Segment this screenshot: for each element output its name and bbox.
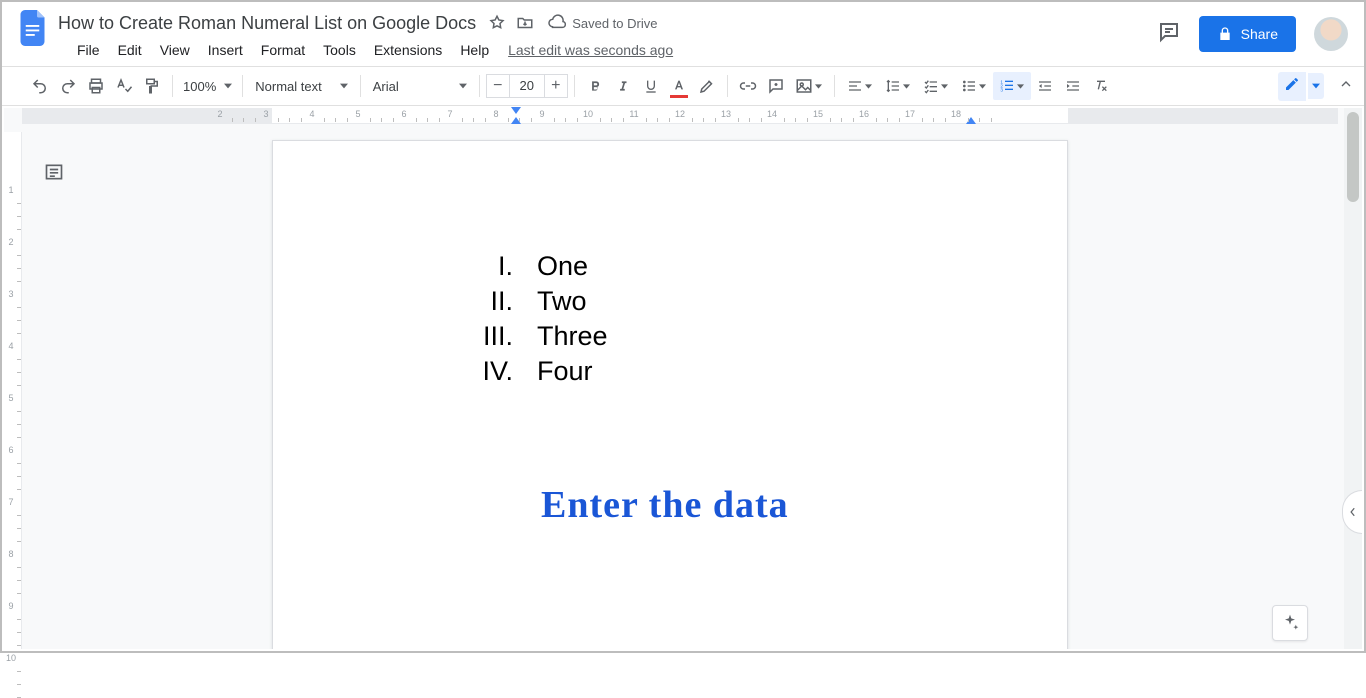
roman-numeral-list[interactable]: I.One II.Two III.Three IV.Four: [453, 251, 608, 391]
move-to-folder-icon[interactable]: [516, 14, 534, 32]
paragraph-style-value: Normal text: [255, 79, 321, 94]
account-avatar[interactable]: [1314, 17, 1348, 51]
font-family-value: Arial: [373, 79, 399, 94]
redo-icon[interactable]: [54, 72, 82, 100]
insert-image-icon[interactable]: [790, 72, 828, 100]
highlight-icon[interactable]: [693, 72, 721, 100]
scrollbar-thumb[interactable]: [1347, 112, 1359, 202]
list-item-text: Four: [537, 356, 593, 387]
explore-icon[interactable]: [1272, 605, 1308, 641]
bold-icon[interactable]: [581, 72, 609, 100]
last-edit-link[interactable]: Last edit was seconds ago: [508, 42, 673, 58]
horizontal-ruler[interactable]: 23456789101112131415161718: [22, 108, 1338, 124]
list-item: III.Three: [453, 321, 608, 356]
font-size-increase[interactable]: +: [544, 74, 568, 98]
font-size-input[interactable]: 20: [510, 74, 544, 98]
list-item: I.One: [453, 251, 608, 286]
share-button-label: Share: [1241, 26, 1278, 42]
menu-insert[interactable]: Insert: [199, 38, 252, 62]
editing-mode-dropdown-icon[interactable]: [1308, 73, 1324, 99]
list-item: II.Two: [453, 286, 608, 321]
toolbar: 100% Normal text Arial − 20 + 123: [2, 66, 1364, 106]
numbered-list-icon[interactable]: 123: [993, 72, 1031, 100]
star-icon[interactable]: [488, 14, 506, 32]
italic-icon[interactable]: [609, 72, 637, 100]
menu-edit[interactable]: Edit: [109, 38, 151, 62]
vertical-scrollbar[interactable]: [1344, 108, 1362, 649]
paint-format-icon[interactable]: [138, 72, 166, 100]
annotation-text: Enter the data: [541, 483, 789, 527]
list-item: IV.Four: [453, 356, 608, 391]
text-color-icon[interactable]: [665, 72, 693, 100]
document-title[interactable]: How to Create Roman Numeral List on Goog…: [58, 13, 476, 34]
spellcheck-icon[interactable]: [110, 72, 138, 100]
save-status-text: Saved to Drive: [572, 16, 657, 31]
insert-link-icon[interactable]: [734, 72, 762, 100]
bulleted-list-icon[interactable]: [955, 72, 993, 100]
save-status: Saved to Drive: [548, 14, 657, 32]
list-item-text: Two: [537, 286, 587, 317]
zoom-value: 100%: [183, 79, 216, 94]
menu-extensions[interactable]: Extensions: [365, 38, 451, 62]
menu-view[interactable]: View: [151, 38, 199, 62]
document-page[interactable]: I.One II.Two III.Three IV.Four Enter the…: [272, 140, 1068, 649]
paragraph-style-select[interactable]: Normal text: [249, 79, 353, 94]
menu-file[interactable]: File: [68, 38, 109, 62]
font-family-select[interactable]: Arial: [367, 79, 473, 94]
menu-tools[interactable]: Tools: [314, 38, 365, 62]
comment-history-icon[interactable]: [1157, 20, 1181, 49]
menu-help[interactable]: Help: [451, 38, 498, 62]
checklist-icon[interactable]: [917, 72, 955, 100]
editing-mode-icon[interactable]: [1278, 72, 1306, 101]
docs-logo-icon[interactable]: [14, 8, 54, 48]
print-icon[interactable]: [82, 72, 110, 100]
increase-indent-icon[interactable]: [1059, 72, 1087, 100]
clear-formatting-icon[interactable]: [1087, 72, 1115, 100]
align-icon[interactable]: [841, 72, 879, 100]
document-outline-icon[interactable]: [44, 162, 64, 187]
menu-format[interactable]: Format: [252, 38, 314, 62]
zoom-select[interactable]: 100%: [179, 79, 236, 94]
svg-text:3: 3: [1001, 87, 1004, 92]
share-button[interactable]: Share: [1199, 16, 1296, 52]
vertical-ruler[interactable]: 12345678910: [4, 132, 22, 649]
list-item-text: One: [537, 251, 588, 282]
list-item-text: Three: [537, 321, 608, 352]
insert-comment-icon[interactable]: [762, 72, 790, 100]
line-spacing-icon[interactable]: [879, 72, 917, 100]
hide-menus-icon[interactable]: [1338, 76, 1354, 97]
underline-icon[interactable]: [637, 72, 665, 100]
decrease-indent-icon[interactable]: [1031, 72, 1059, 100]
font-size-decrease[interactable]: −: [486, 74, 510, 98]
undo-icon[interactable]: [26, 72, 54, 100]
